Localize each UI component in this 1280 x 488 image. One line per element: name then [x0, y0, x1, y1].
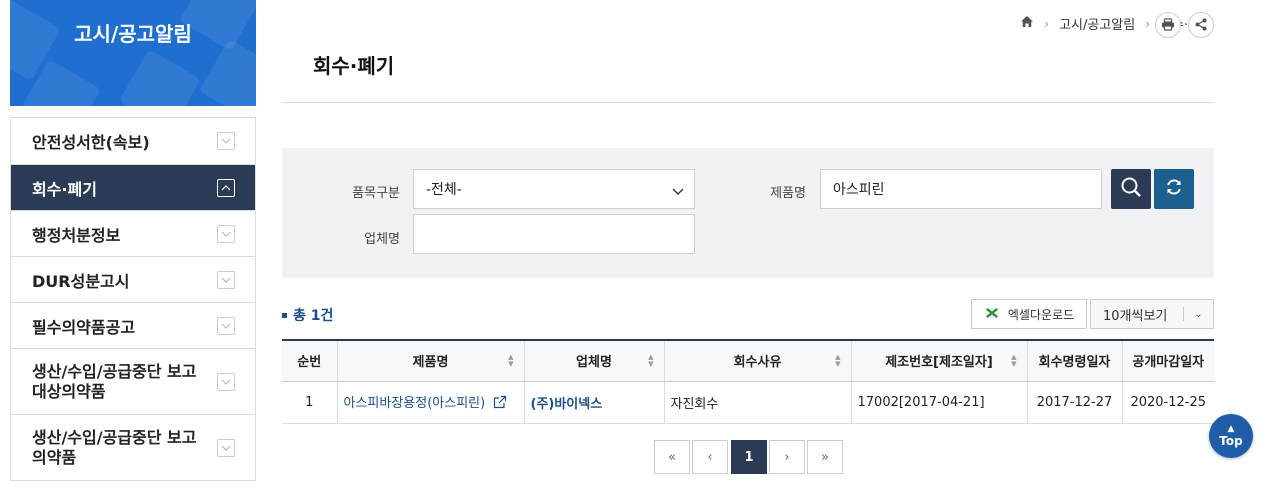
- company-label: 업체명: [364, 232, 400, 247]
- sidebar-title: 고시/공고알림: [74, 22, 192, 46]
- sidebar-item-essential-drugs[interactable]: 필수의약품공고: [11, 303, 255, 349]
- chevron-down-icon: [672, 184, 684, 200]
- sidebar-item-supply-stop-drugs[interactable]: 생산/수입/공급중단 보고 의약품: [11, 415, 255, 481]
- reset-button[interactable]: [1154, 169, 1194, 209]
- chevron-right-icon: ›: [784, 449, 790, 465]
- category-label: 품목구분: [352, 186, 400, 201]
- breadcrumb-item[interactable]: 고시/공고알림: [1059, 14, 1135, 33]
- search-panel: 품목구분 -전체- 제품명 아스피린 업체명: [282, 148, 1214, 278]
- chevron-down-icon: [217, 316, 235, 335]
- product-link[interactable]: 아스피바장용정(아스피린): [344, 396, 486, 411]
- excel-icon: [984, 307, 1000, 322]
- double-chevron-right-icon: »: [821, 449, 829, 465]
- chevron-up-icon: [217, 178, 235, 197]
- external-link-icon[interactable]: [493, 395, 507, 413]
- cell-reason: 자진회수: [663, 381, 851, 424]
- print-icon: [1161, 16, 1175, 35]
- sort-icon[interactable]: ▲ ▼: [835, 353, 840, 368]
- bullet-icon: [282, 312, 287, 318]
- per-page-select[interactable]: 10개씩보기 ⌄: [1090, 299, 1214, 329]
- sidebar-item-label: 회수·폐기: [32, 179, 97, 199]
- per-page-value: 10개씩보기: [1103, 308, 1168, 324]
- search-icon: [1120, 176, 1142, 202]
- last-page-button[interactable]: »: [807, 440, 843, 474]
- search-button[interactable]: [1111, 169, 1151, 209]
- cell-product[interactable]: 아스피바장용정(아스피린): [336, 381, 524, 424]
- print-button[interactable]: [1155, 12, 1181, 38]
- sort-icon[interactable]: ▲ ▼: [508, 353, 513, 368]
- cell-lot: 17002[2017-04-21]: [850, 381, 1027, 424]
- scroll-top-label: Top: [1219, 433, 1243, 448]
- category-select-value: -전체-: [426, 182, 462, 198]
- sidebar-item-label: 행정처분정보: [32, 225, 121, 245]
- column-header-reason[interactable]: 회수사유 ▲ ▼: [663, 339, 851, 382]
- result-count-text: 총 1건: [293, 308, 334, 324]
- sort-icon[interactable]: ▲ ▼: [1011, 353, 1016, 368]
- sort-icon[interactable]: ▲ ▼: [648, 353, 653, 368]
- column-header-product[interactable]: 제품명 ▲ ▼: [336, 339, 524, 382]
- company-link[interactable]: (주)바이넥스: [531, 397, 603, 412]
- product-label: 제품명: [770, 186, 806, 201]
- result-count: 총 1건: [282, 305, 333, 325]
- next-page-button[interactable]: ›: [769, 440, 805, 474]
- excel-download-button[interactable]: 엑셀다운로드: [971, 299, 1087, 329]
- chevron-down-icon: [217, 132, 235, 150]
- sidebar-item-safety-letter[interactable]: 안전성서한(속보): [11, 118, 255, 165]
- breadcrumb: › 고시/공고알림 › 회수·폐기: [1020, 14, 1212, 33]
- sidebar-banner: 고시/공고알림: [10, 0, 256, 106]
- prev-page-button[interactable]: ‹: [692, 440, 728, 474]
- chevron-down-icon: [217, 438, 235, 457]
- recall-table: 순번 제품명 ▲ ▼ 업체명 ▲ ▼ 회수사유 ▲ ▼ 제조번호[제조일자] ▲ ▼ 회수명령일…: [282, 339, 1214, 424]
- table-row: 1 아스피바장용정(아스피린) (주)바이넥스 자진회수 17002[2017-…: [282, 381, 1214, 424]
- column-header-order-date: 회수명령일자: [1026, 339, 1122, 382]
- sidebar-item-label: 생산/수입/공급중단 보고 의약품: [32, 427, 197, 467]
- category-select[interactable]: -전체-: [413, 169, 695, 209]
- cell-close-date: 2020-12-25: [1121, 381, 1214, 424]
- chevron-down-icon: [217, 224, 235, 243]
- column-header-company[interactable]: 업체명 ▲ ▼: [523, 339, 664, 382]
- chevron-down-icon: [217, 270, 235, 289]
- arrow-up-icon: ▲: [1227, 423, 1235, 434]
- company-name-input[interactable]: [413, 214, 695, 254]
- sidebar-item-dur[interactable]: DUR성분고시: [11, 257, 255, 303]
- refresh-icon: [1165, 178, 1183, 200]
- scroll-top-button[interactable]: ▲ Top: [1209, 414, 1253, 458]
- chevron-left-icon: ‹: [707, 449, 713, 465]
- sidebar-item-label: 생산/수입/공급중단 보고 대상의약품: [32, 361, 197, 401]
- sidebar-item-label: 필수의약품공고: [32, 317, 136, 337]
- sidebar-item-supply-stop-target[interactable]: 생산/수입/공급중단 보고 대상의약품: [11, 349, 255, 415]
- sidebar-menu: 안전성서한(속보) 회수·폐기 행정처분정보 DUR성분고시 필수의약품공고 생…: [10, 117, 256, 481]
- column-header-close-date: 공개마감일자: [1121, 339, 1214, 382]
- product-name-value: 아스피린: [833, 182, 885, 198]
- cell-order-date: 2017-12-27: [1026, 381, 1122, 424]
- table-header-row: 순번 제품명 ▲ ▼ 업체명 ▲ ▼ 회수사유 ▲ ▼ 제조번호[제조일자] ▲ ▼ 회수명령일…: [282, 339, 1214, 382]
- divider: [282, 102, 1214, 103]
- home-icon[interactable]: [1020, 15, 1034, 32]
- cell-no: 1: [282, 381, 337, 424]
- column-header-lot[interactable]: 제조번호[제조일자] ▲ ▼: [850, 339, 1027, 382]
- sidebar-item-recall[interactable]: 회수·폐기: [11, 165, 255, 211]
- double-chevron-left-icon: «: [668, 449, 676, 465]
- chevron-right-icon: ›: [1044, 16, 1050, 31]
- sidebar-item-label: 안전성서한(속보): [32, 133, 150, 152]
- cell-company[interactable]: (주)바이넥스: [523, 381, 664, 424]
- page-button-current[interactable]: 1: [731, 440, 767, 474]
- sidebar-item-admin-disposition[interactable]: 행정처분정보: [11, 211, 255, 257]
- excel-download-label: 엑셀다운로드: [1007, 307, 1075, 322]
- chevron-right-icon: ›: [1145, 16, 1151, 31]
- first-page-button[interactable]: «: [654, 440, 690, 474]
- column-header-no: 순번: [282, 339, 337, 382]
- sidebar-item-label: DUR성분고시: [32, 271, 130, 291]
- share-button[interactable]: [1188, 12, 1214, 38]
- chevron-down-icon: [217, 372, 235, 391]
- product-name-input[interactable]: 아스피린: [820, 169, 1102, 209]
- page-title: 회수·폐기: [313, 54, 395, 78]
- chevron-down-icon: ⌄: [1194, 308, 1203, 320]
- share-icon: [1195, 16, 1207, 35]
